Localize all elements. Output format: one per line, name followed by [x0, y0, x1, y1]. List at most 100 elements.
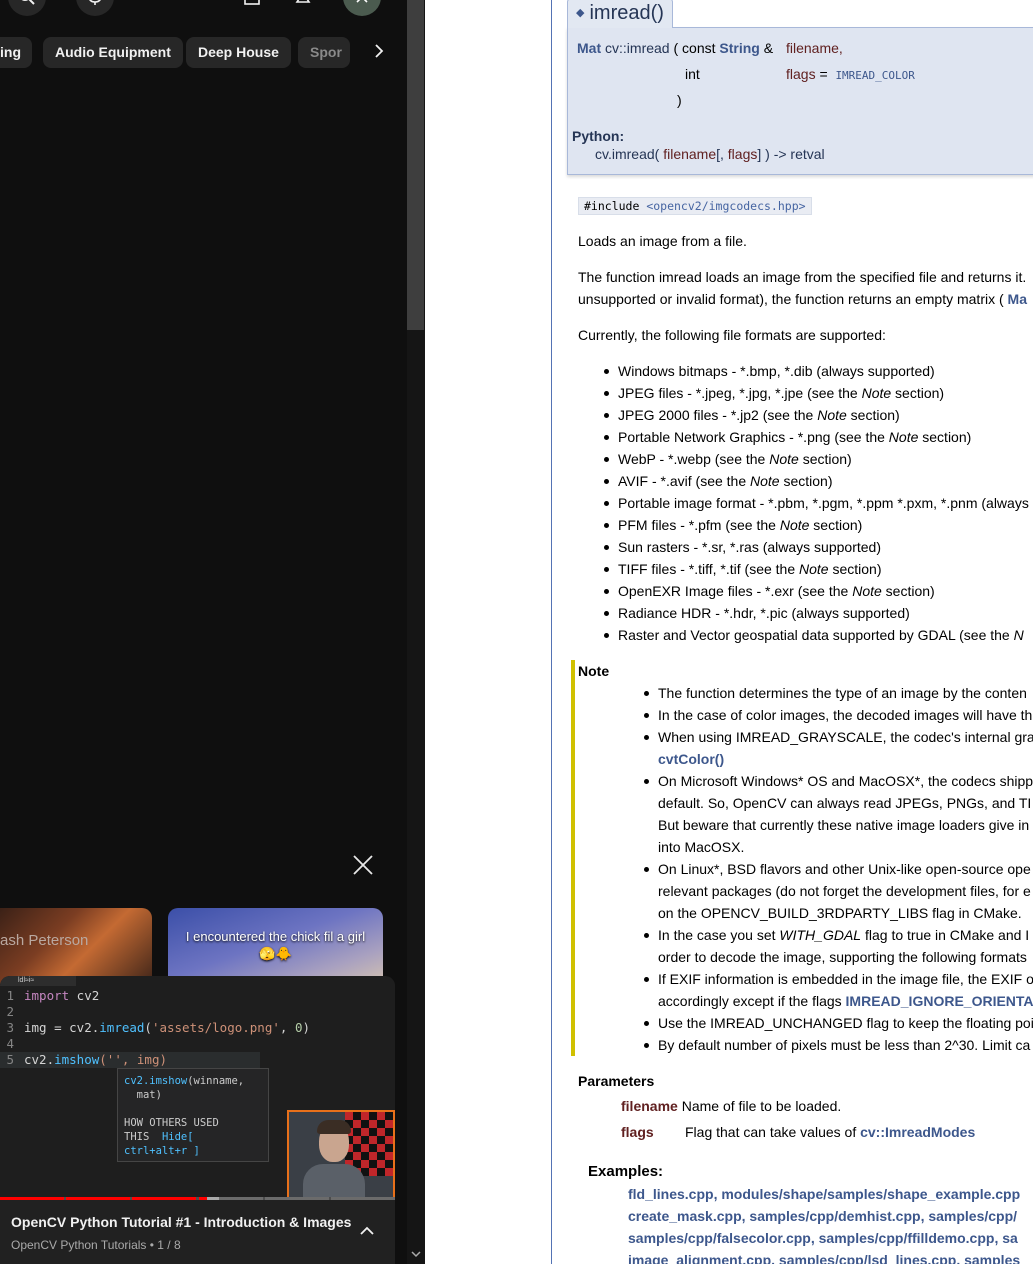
voice-search-button[interactable]: [76, 0, 114, 16]
documentation-page: ◆ imread() Mat cv::imread ( const String …: [552, 0, 1033, 1264]
format-item: Portable image format - *.pbm, *.pgm, *.…: [604, 494, 1033, 516]
webcam-overlay: [287, 1110, 395, 1200]
brief-description: Loads an image from a file.: [578, 233, 747, 249]
note-item-continuation: But beware that currently these native i…: [658, 817, 1030, 833]
examples-links[interactable]: create_mask.cpp, samples/cpp/demhist.cpp…: [628, 1208, 1017, 1224]
progress-segment[interactable]: [264, 1197, 329, 1200]
note-link[interactable]: cvtColor(): [658, 751, 724, 767]
create-icon[interactable]: [244, 0, 262, 9]
parameters-heading: Parameters: [578, 1073, 655, 1089]
note-item-continuation: on the OPENCV_BUILD_3RDPARTY_LIBS flag i…: [658, 905, 1022, 921]
description-line: The function imread loads an image from …: [578, 269, 1027, 285]
note-item: In the case you set WITH_GDAL flag to tr…: [644, 926, 1033, 948]
param-row: flags Flag that can take values of cv::Im…: [621, 1124, 976, 1140]
code-line: 1 import cv2: [6, 988, 100, 1003]
function-prototype: Mat cv::imread ( const String & filename…: [567, 27, 1033, 175]
examples-links[interactable]: samples/cpp/falsecolor.cpp, samples/cpp/…: [628, 1230, 1018, 1246]
progress-segment[interactable]: [330, 1197, 395, 1200]
python-signature: cv.imread( filename[, flags] ) -> retval: [595, 146, 825, 162]
search-button[interactable]: [8, 0, 46, 16]
editor-tab: ldl≈i≈: [0, 976, 76, 986]
prototype-line: Mat cv::imread ( const String &: [577, 40, 774, 56]
note-item-continuation: relevant packages (do not forget the dev…: [658, 883, 1031, 899]
mat-link[interactable]: Ma: [1008, 291, 1027, 307]
format-item: Sun rasters - *.sr, *.ras (always suppor…: [604, 538, 1033, 560]
prototype-close-paren: ): [677, 92, 682, 108]
chip-sports[interactable]: Spor: [298, 37, 350, 68]
expand-chevron-up-icon[interactable]: [356, 1220, 378, 1242]
note-item-continuation: cvtColor(): [644, 750, 1033, 772]
format-item: PFM files - *.pfm (see the Note section): [604, 516, 1033, 538]
note-item: On Microsoft Windows* OS and MacOSX*, th…: [644, 772, 1033, 794]
shorts-card-title: ash Peterson: [0, 932, 89, 949]
param-type-int: int: [685, 66, 700, 82]
code-line: 5 cv2.imshow('', img): [0, 1052, 260, 1068]
format-item: WebP - *.webp (see the Note section): [604, 450, 1033, 472]
mini-player-title[interactable]: OpenCV Python Tutorial #1 - Introduction…: [11, 1214, 351, 1230]
format-item: JPEG files - *.jpeg, *.jpg, *.jpe (see t…: [604, 384, 1033, 406]
close-icon[interactable]: [350, 852, 376, 878]
format-item: Windows bitmaps - *.bmp, *.dib (always s…: [604, 362, 1033, 384]
shorts-card-title: I encountered the chick fil a girl 🫣🐥: [185, 929, 366, 961]
param-filename: filename,: [786, 40, 843, 56]
examples-links[interactable]: image_alignment.cpp, samples/cpp/lsd_lin…: [628, 1252, 1020, 1264]
chip-deep-house[interactable]: Deep House: [186, 37, 291, 68]
avatar-icon: [356, 0, 368, 3]
chips-next-chevron-icon[interactable]: [366, 39, 392, 65]
imreadmodes-link[interactable]: cv::ImreadModes: [860, 1124, 975, 1140]
format-item: Portable Network Graphics - *.png (see t…: [604, 428, 1033, 450]
examples-heading: Examples:: [588, 1163, 664, 1180]
note-item-continuation: default. So, OpenCV can always read JPEG…: [658, 795, 1032, 811]
notes-list: The function determines the type of an i…: [644, 684, 1033, 1058]
note-link[interactable]: IMREAD_IGNORE_ORIENTA: [846, 993, 1033, 1009]
note-heading: Note: [578, 663, 610, 679]
param-row: filename Name of file to be loaded.: [621, 1098, 842, 1114]
avatar[interactable]: [343, 0, 381, 16]
search-icon: [21, 0, 35, 5]
diamond-icon: ◆: [576, 7, 585, 19]
progress-buffer: [207, 1197, 220, 1200]
format-item: Raster and Vector geospatial data suppor…: [604, 626, 1033, 648]
note-item: By default number of pixels must be less…: [644, 1036, 1033, 1058]
code-line: 4: [6, 1036, 14, 1051]
mini-player-video[interactable]: ldl≈i≈ 1 import cv2 2 3 img = cv2.imread('…: [0, 976, 395, 1200]
format-item: OpenEXR Image files - *.exr (see the Not…: [604, 582, 1033, 604]
microphone-icon: [89, 0, 101, 5]
notifications-bell-icon[interactable]: [294, 0, 312, 9]
format-item: TIFF files - *.tiff, *.tif (see the Note…: [604, 560, 1033, 582]
chip-audio-equipment[interactable]: Audio Equipment: [43, 37, 183, 68]
member-title-tab: ◆ imread(): [567, 0, 673, 28]
note-bar: [571, 660, 575, 1056]
note-item-continuation: order to decode the image, supporting th…: [658, 949, 1027, 965]
format-item: JPEG 2000 files - *.jp2 (see the Note se…: [604, 406, 1033, 428]
blank-panel: [425, 0, 551, 1264]
progress-segment-fill: [0, 1197, 65, 1200]
include-link[interactable]: <opencv2/imgcodecs.hpp>: [646, 199, 805, 213]
note-item: On Linux*, BSD flavors and other Unix-li…: [644, 860, 1033, 882]
examples-links[interactable]: fld_lines.cpp, modules/shape/samples/sha…: [628, 1186, 1020, 1202]
note-item-continuation: accordingly except if the flags IMREAD_I…: [658, 993, 1033, 1009]
progress-segment-fill: [66, 1197, 131, 1200]
chip-gaming[interactable]: ing: [0, 37, 32, 68]
mini-player[interactable]: ldl≈i≈ 1 import cv2 2 3 img = cv2.imread('…: [0, 976, 395, 1264]
include-directive: #include <opencv2/imgcodecs.hpp>: [578, 197, 812, 215]
scrollbar-thumb[interactable]: [407, 0, 424, 330]
code-line: 3 img = cv2.imread('assets/logo.png', 0): [6, 1020, 311, 1035]
note-item: Use the IMREAD_UNCHANGED flag to keep th…: [644, 1014, 1033, 1036]
note-item: The function determines the type of an i…: [644, 684, 1033, 706]
formats-intro: Currently, the following file formats ar…: [578, 327, 886, 343]
progress-bar[interactable]: [0, 1197, 395, 1200]
note-item: In the case of color images, the decoded…: [644, 706, 1033, 728]
note-item: If EXIF information is embedded in the i…: [644, 970, 1033, 992]
progress-segment-fill: [132, 1197, 197, 1200]
autocomplete-popup: cv2.imshow(winname, mat) HOW OTHERS USED…: [117, 1068, 269, 1162]
code-line: 2: [6, 1004, 14, 1019]
formats-list: Windows bitmaps - *.bmp, *.dib (always s…: [604, 362, 1033, 648]
param-flags: flags = IMREAD_COLOR: [786, 66, 915, 82]
youtube-window: ing Audio Equipment Deep House Spor ash …: [0, 0, 425, 1264]
note-item-continuation: into MacOSX.: [658, 839, 745, 855]
description-line: unsupported or invalid format), the func…: [578, 291, 1027, 307]
note-item: When using IMREAD_GRAYSCALE, the codec's…: [644, 728, 1033, 750]
scroll-down-arrow-icon[interactable]: [407, 1246, 425, 1264]
format-item: Radiance HDR - *.hdr, *.pic (always supp…: [604, 604, 1033, 626]
